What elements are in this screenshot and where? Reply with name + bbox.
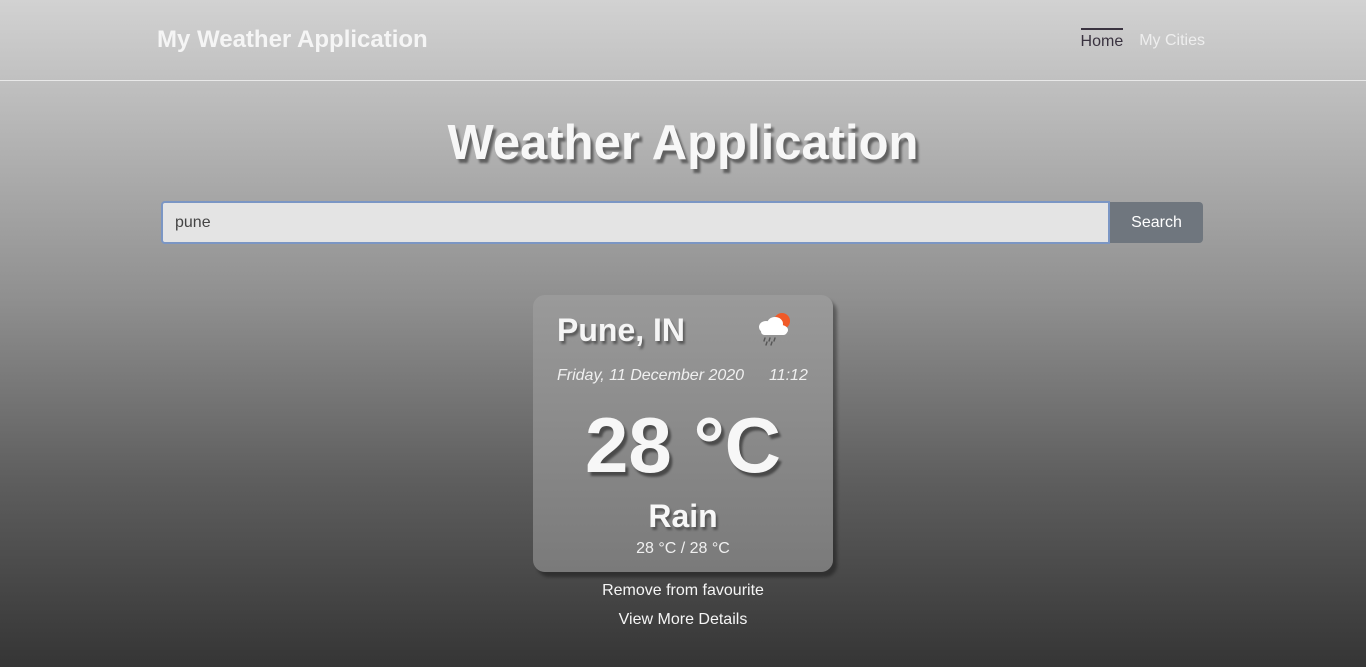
page-title: Weather Application xyxy=(447,116,919,170)
nav-link-home[interactable]: Home xyxy=(1080,28,1124,51)
search-bar: Search xyxy=(161,201,1203,244)
city-name: Pune, IN xyxy=(557,312,686,348)
temperature: 28 °C xyxy=(585,401,781,489)
weather-date: Friday, 11 December 2020 xyxy=(557,367,745,384)
weather-card: Pune, IN Friday, 11 December 2020 11:12 … xyxy=(533,295,833,572)
nav-links: Home My Cities xyxy=(1080,28,1205,51)
search-button[interactable]: Search xyxy=(1110,202,1203,243)
weather-time: 11:12 xyxy=(769,367,808,384)
weather-condition: Rain xyxy=(648,498,718,534)
temperature-range: 28 °C / 28 °C xyxy=(636,540,730,557)
rain-cloud-sun-icon xyxy=(759,313,790,346)
brand-title[interactable]: My Weather Application xyxy=(157,26,428,54)
view-details-link[interactable]: View More Details xyxy=(0,611,1366,629)
navbar: My Weather Application Home My Cities xyxy=(0,0,1366,81)
remove-favourite-link[interactable]: Remove from favourite xyxy=(0,582,1366,600)
search-input[interactable] xyxy=(161,201,1110,244)
nav-link-my-cities[interactable]: My Cities xyxy=(1139,28,1205,51)
